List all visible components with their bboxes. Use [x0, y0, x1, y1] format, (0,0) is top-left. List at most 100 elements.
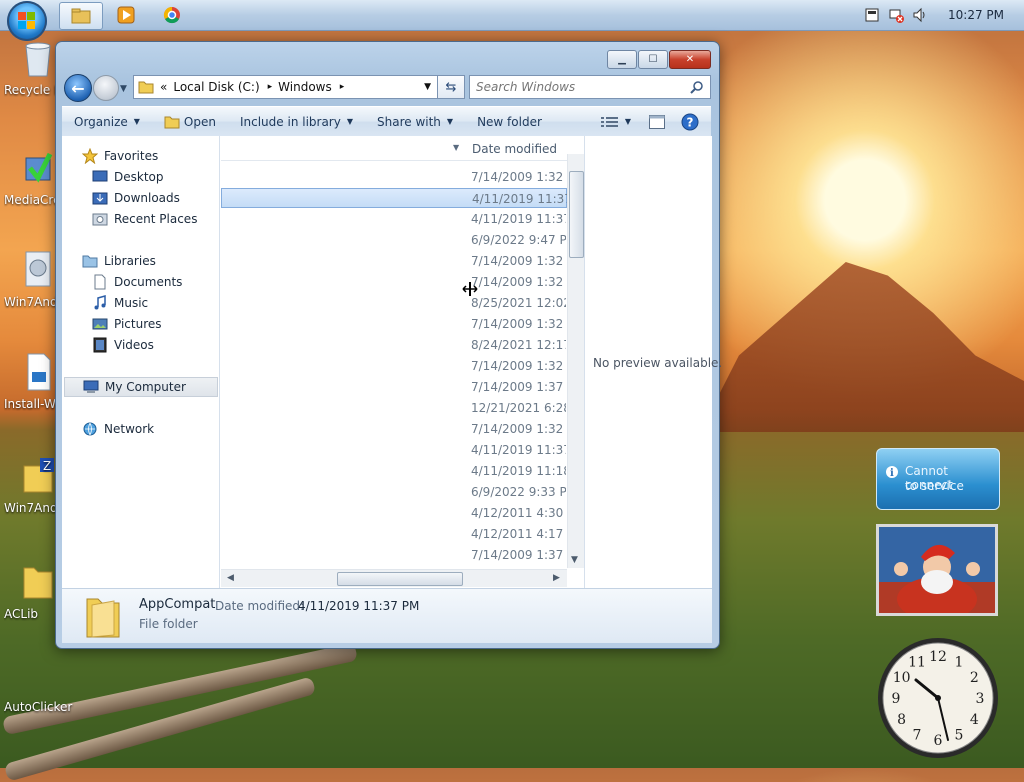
- horizontal-scroll-thumb[interactable]: [337, 572, 463, 586]
- breadcrumb-arrow-icon[interactable]: ▸: [340, 82, 345, 92]
- chrome-icon: [163, 6, 180, 24]
- open-button[interactable]: Open: [152, 107, 228, 136]
- nav-my-computer[interactable]: My Computer: [64, 377, 218, 397]
- file-row-date-modified: 7/14/2009 1:37 AM: [471, 380, 566, 394]
- file-row-date-modified: 7/14/2009 1:32 AM: [471, 275, 566, 289]
- clock-gadget[interactable]: 12 1 2 3 4 5 6 7 8 9 10 11: [876, 636, 1000, 760]
- file-row[interactable]: 8/24/2021 12:17 AM: [221, 335, 567, 355]
- chevron-down-icon: ▼: [446, 117, 454, 126]
- file-row[interactable]: 7/14/2009 1:32 AM: [221, 419, 567, 439]
- nav-favorites[interactable]: Favorites: [82, 146, 158, 166]
- organize-menu[interactable]: Organize ▼: [62, 107, 152, 136]
- file-row[interactable]: 7/14/2009 1:37 AM: [221, 545, 567, 565]
- vertical-scroll-thumb[interactable]: [569, 171, 584, 258]
- file-row-date-modified: 4/12/2011 4:17 AM: [471, 527, 566, 541]
- volume-icon[interactable]: [912, 7, 928, 23]
- scroll-left-arrow-icon[interactable]: ◀: [227, 573, 234, 583]
- nav-network[interactable]: Network: [82, 419, 154, 439]
- system-tray: 10:27 PM: [860, 0, 1024, 30]
- file-row[interactable]: 7/14/2009 1:32 AM: [221, 167, 567, 187]
- nav-videos[interactable]: Videos: [92, 335, 154, 355]
- breadcrumb-arrow-icon[interactable]: ▸: [268, 82, 273, 92]
- nav-desktop[interactable]: Desktop: [92, 167, 164, 187]
- forward-button[interactable]: [93, 75, 119, 101]
- nav-downloads[interactable]: Downloads: [92, 188, 180, 208]
- file-row[interactable]: 7/14/2009 1:37 AM: [221, 377, 567, 397]
- file-row-date-modified: 7/14/2009 1:32 AM: [471, 317, 566, 331]
- start-button[interactable]: [7, 1, 47, 41]
- file-row[interactable]: 7/14/2009 1:32 AM: [221, 272, 567, 292]
- refresh-button[interactable]: ⇆: [437, 75, 465, 99]
- back-button[interactable]: ←: [64, 74, 92, 102]
- recent-pages-button[interactable]: ▼: [120, 84, 127, 94]
- nav-documents[interactable]: Documents: [92, 272, 182, 292]
- file-row[interactable]: 4/11/2019 11:37 PM: [221, 188, 567, 208]
- setup-icon: [25, 251, 51, 287]
- file-row[interactable]: 12/21/2021 6:28 AM: [221, 398, 567, 418]
- file-row[interactable]: 8/25/2021 12:02 AM: [221, 293, 567, 313]
- file-row[interactable]: 6/9/2022 9:47 PM: [221, 230, 567, 250]
- nav-recent-places[interactable]: Recent Places: [92, 209, 197, 229]
- search-input[interactable]: [470, 79, 690, 95]
- preview-pane: No preview available.: [584, 136, 722, 588]
- search-box[interactable]: [469, 75, 711, 99]
- weather-gadget[interactable]: i Cannot connect to service: [876, 448, 1000, 510]
- nav-pictures[interactable]: Pictures: [92, 314, 162, 334]
- chevron-down-icon: ▼: [346, 117, 353, 126]
- taskbar: 10:27 PM: [0, 0, 1024, 41]
- resize-cursor-icon: [462, 282, 478, 296]
- file-row[interactable]: 4/12/2011 4:17 AM: [221, 524, 567, 544]
- action-center-icon[interactable]: [864, 7, 880, 23]
- taskbar-clock[interactable]: 10:27 PM: [948, 8, 1004, 22]
- details-item-type: File folder: [139, 617, 198, 631]
- file-row[interactable]: 7/14/2009 1:32 AM: [221, 251, 567, 271]
- include-in-library-menu[interactable]: Include in library ▼: [228, 107, 365, 136]
- minimize-button[interactable]: ▁: [607, 50, 637, 69]
- horizontal-scrollbar[interactable]: ◀ ▶: [221, 569, 567, 587]
- file-row[interactable]: 7/14/2009 1:32 AM: [221, 356, 567, 376]
- maximize-button[interactable]: ☐: [638, 50, 668, 69]
- scroll-down-arrow-icon[interactable]: ▼: [571, 555, 578, 565]
- taskbar-chrome-button[interactable]: [151, 2, 193, 28]
- address-overflow-chevron[interactable]: «: [160, 80, 167, 94]
- address-bar[interactable]: « Local Disk (C:) ▸ Windows ▸ ▼: [133, 75, 462, 99]
- nav-libraries[interactable]: Libraries: [82, 251, 156, 271]
- file-row[interactable]: 6/9/2022 9:33 PM: [221, 482, 567, 502]
- clock-number: 10: [893, 670, 911, 686]
- network-error-icon[interactable]: [888, 7, 904, 23]
- file-row[interactable]: 4/11/2019 11:37 PM: [221, 209, 567, 229]
- scroll-right-arrow-icon[interactable]: ▶: [553, 573, 560, 583]
- slideshow-gadget[interactable]: [876, 524, 998, 616]
- info-icon: i: [886, 466, 898, 479]
- view-options-button[interactable]: ▼: [593, 107, 639, 136]
- file-row[interactable]: 4/12/2011 4:30 AM: [221, 503, 567, 523]
- taskbar-media-player-button[interactable]: [105, 2, 147, 28]
- clock-number: 11: [908, 655, 926, 671]
- close-button[interactable]: ✕: [669, 50, 711, 69]
- search-icon[interactable]: [690, 80, 704, 94]
- open-folder-icon: [164, 116, 180, 128]
- preview-pane-button[interactable]: [639, 107, 675, 136]
- file-row[interactable]: 4/11/2019 11:37 PM: [221, 440, 567, 460]
- explorer-icon: [71, 8, 91, 24]
- vertical-scrollbar[interactable]: ▼: [567, 154, 584, 568]
- breadcrumb-windows[interactable]: Windows ▸: [278, 80, 344, 94]
- column-sort-dropdown-icon[interactable]: ▼: [453, 143, 459, 152]
- taskbar-explorer-button[interactable]: [59, 2, 103, 30]
- clock-number: 8: [897, 712, 906, 728]
- pictures-icon: [92, 318, 108, 330]
- column-date-modified[interactable]: Date modified: [472, 142, 557, 156]
- new-folder-button[interactable]: New folder: [465, 107, 554, 136]
- recent-places-icon: [92, 213, 108, 226]
- navigation-pane: Favorites Desktop Downloads Recent Place…: [62, 136, 220, 588]
- share-with-menu[interactable]: Share with ▼: [365, 107, 465, 136]
- nav-music[interactable]: Music: [92, 293, 148, 313]
- desktop-icon-autoclicker[interactable]: AutoClicker: [2, 700, 74, 714]
- file-row[interactable]: 4/11/2019 11:18 PM: [221, 461, 567, 481]
- clock-number: 2: [970, 670, 979, 686]
- address-history-dropdown[interactable]: ▼: [424, 82, 431, 92]
- network-icon: [83, 422, 97, 436]
- help-button[interactable]: ?: [675, 107, 711, 136]
- file-row[interactable]: 7/14/2009 1:32 AM: [221, 314, 567, 334]
- breadcrumb-local-disk[interactable]: Local Disk (C:) ▸: [173, 80, 272, 94]
